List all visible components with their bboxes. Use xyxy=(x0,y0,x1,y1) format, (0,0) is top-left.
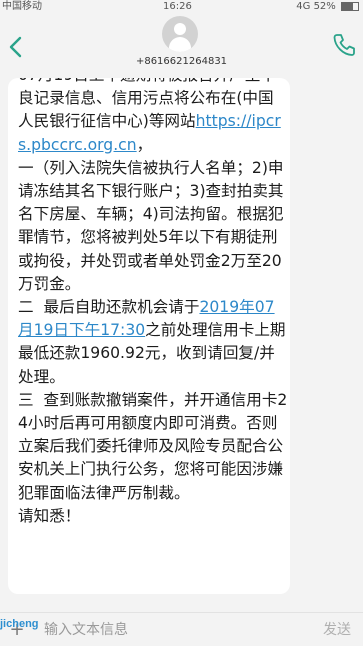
message-closing: 请知悉！ xyxy=(18,506,81,525)
message-cutoff-line: 07月19日上午逾期将被报告并产生不 xyxy=(18,78,276,84)
status-right: 4G 52% xyxy=(296,0,359,14)
call-button[interactable] xyxy=(331,32,357,58)
message-paragraph-2-prefix: 二 最后自助还款机会请于 xyxy=(18,298,200,317)
status-bar: 中国移动 16:26 4G 52% xyxy=(0,0,363,14)
message-bubble[interactable]: 07月19日上午逾期将被报告并产生不 良记录信息、信用污点将公布在(中国人民银行… xyxy=(8,78,290,594)
send-button[interactable]: 发送 xyxy=(317,619,357,641)
conversation-header: +8616621264831 xyxy=(0,14,363,76)
contact-phone-number: +8616621264831 xyxy=(135,56,228,67)
message-body: 07月19日上午逾期将被报告并产生不 良记录信息、信用污点将公布在(中国人民银行… xyxy=(18,78,288,528)
message-after-link: ， xyxy=(136,135,153,154)
contact-avatar[interactable] xyxy=(162,16,198,52)
message-composer: + 发送 xyxy=(0,612,363,646)
carrier-label: 中国移动 xyxy=(2,1,42,12)
signal-text: 4G 52% xyxy=(296,1,336,12)
message-paragraph-1: 一（列入法院失信被执行人名单；2)申请冻结其名下银行账户；3)查封拍卖其名下房屋… xyxy=(18,158,284,293)
message-input[interactable] xyxy=(40,617,308,643)
phone-icon xyxy=(333,34,355,56)
battery-icon xyxy=(341,1,359,11)
message-paragraph-3: 三 查到账款撤销案件，并开通信用卡24小时后再可用额度内即可消费。否则立案后我们… xyxy=(18,390,288,502)
clock: 16:26 xyxy=(163,1,192,12)
watermark-logo: jicheng xyxy=(0,618,39,630)
